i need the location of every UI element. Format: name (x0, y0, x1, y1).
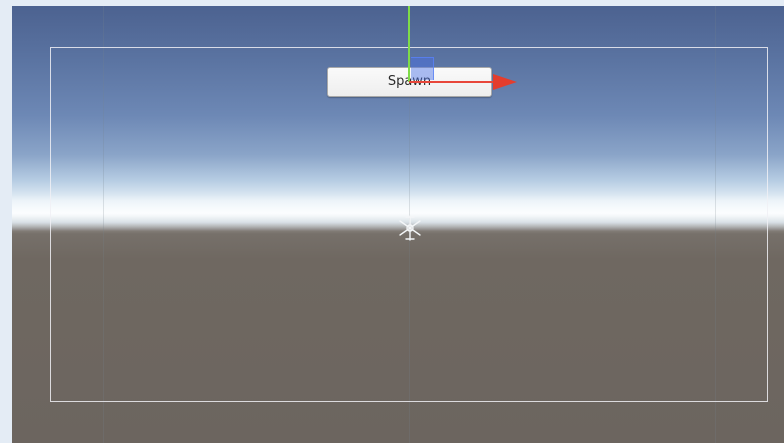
pivot-light-icon (399, 215, 421, 241)
move-gizmo-x-axis-line[interactable] (409, 81, 495, 83)
scene-window: Spawn (0, 0, 784, 443)
scene-view[interactable]: Spawn (12, 6, 784, 443)
move-gizmo-y-axis-icon[interactable] (408, 6, 410, 82)
move-gizmo-plane-icon[interactable] (411, 57, 434, 80)
move-gizmo-x-arrow-icon[interactable] (493, 74, 517, 90)
